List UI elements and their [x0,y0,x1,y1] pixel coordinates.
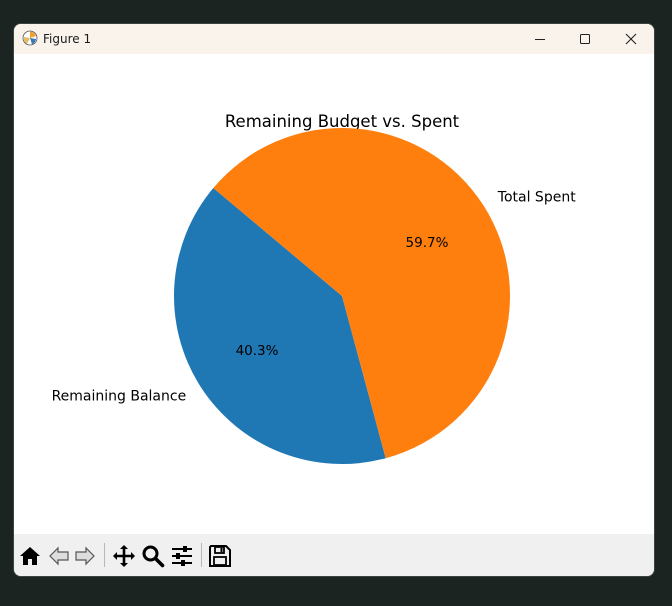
title-bar[interactable]: Figure 1 [14,24,654,54]
close-button[interactable] [608,24,654,54]
minimize-icon [535,39,545,40]
save-button[interactable] [207,543,233,569]
window-title: Figure 1 [43,32,92,46]
toolbar-separator [104,543,105,567]
toolbar-separator [201,543,202,567]
figure-window: Figure 1 Remaining Budget vs. Spent Rema… [14,24,654,576]
configure-subplots-icon [172,546,192,566]
slice-percent-label: 59.7% [406,235,449,251]
pan-icon [113,545,135,567]
zoom-icon [142,545,165,568]
pan-button[interactable] [111,543,137,569]
maximize-icon [580,34,590,44]
close-icon [625,33,637,45]
zoom-button[interactable] [140,543,166,569]
pie-chart: Remaining Budget vs. Spent Remaining Bal… [52,112,576,465]
back-button[interactable] [46,543,72,569]
home-icon [20,547,40,565]
forward-button[interactable] [72,543,98,569]
back-arrow-icon [49,546,69,566]
configure-subplots-button[interactable] [169,543,195,569]
slice-percent-label: 40.3% [236,343,279,359]
maximize-button[interactable] [562,24,608,54]
slice-label: Remaining Balance [52,388,187,404]
home-button[interactable] [17,543,43,569]
forward-arrow-icon [75,546,95,566]
navigation-toolbar [14,534,654,576]
slice-label: Total Spent [497,190,576,206]
minimize-button[interactable] [517,24,563,54]
matplotlib-app-icon [22,30,38,46]
save-icon [209,545,231,567]
